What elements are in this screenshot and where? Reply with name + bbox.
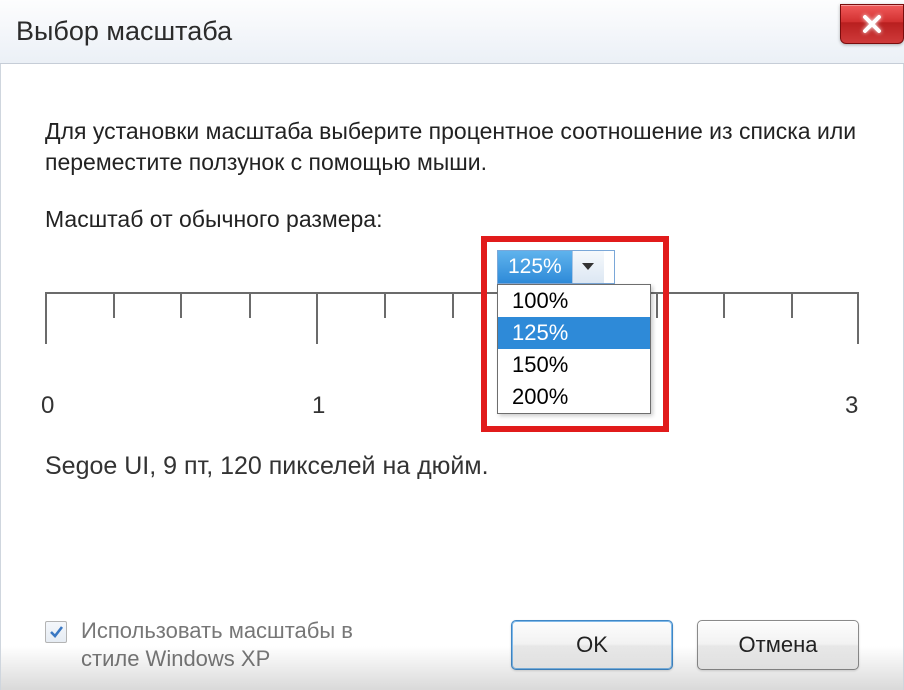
ok-button[interactable]: OK xyxy=(511,620,673,670)
scale-selected-value: 125% xyxy=(498,251,572,283)
scale-label: Масштаб от обычного размера: xyxy=(45,206,383,233)
ruler-tick-minor xyxy=(113,292,115,318)
scale-row: Масштаб от обычного размера: xyxy=(45,206,859,233)
ruler-tick-major xyxy=(857,292,859,344)
scale-option-100[interactable]: 100% xyxy=(498,285,650,317)
scale-option-125[interactable]: 125% xyxy=(498,317,650,349)
instruction-text: Для установки масштаба выберите процентн… xyxy=(45,116,859,178)
xp-scale-checkbox[interactable]: Использовать масштабы в стиле Windows XP xyxy=(45,617,401,672)
ruler-tick-minor xyxy=(249,292,251,318)
close-icon xyxy=(861,13,883,35)
chevron-down-icon xyxy=(581,262,595,272)
scale-combobox[interactable]: 125% xyxy=(497,250,615,284)
ruler[interactable]: 0 1 3 xyxy=(45,292,859,422)
ruler-tick-minor xyxy=(791,292,793,318)
ruler-tick-minor xyxy=(452,292,454,318)
dropdown-arrow[interactable] xyxy=(572,251,604,283)
font-info-text: Segoe UI, 9 пт, 120 пикселей на дюйм. xyxy=(45,452,489,481)
xp-scale-checkbox-label: Использовать масштабы в стиле Windows XP xyxy=(81,617,401,672)
ruler-tick-major xyxy=(45,292,47,344)
cancel-button-label: Отмена xyxy=(739,632,818,658)
ruler-tick-minor xyxy=(384,292,386,318)
dialog-body: Для установки масштаба выберите процентн… xyxy=(0,64,904,690)
scale-option-200[interactable]: 200% xyxy=(498,381,650,413)
button-row: OK Отмена xyxy=(511,620,859,670)
scale-option-150[interactable]: 150% xyxy=(498,349,650,381)
titlebar: Выбор масштаба xyxy=(0,0,904,64)
checkbox-box xyxy=(45,621,67,643)
ok-button-label: OK xyxy=(576,632,608,658)
ruler-number-3: 3 xyxy=(845,392,858,420)
scale-dropdown-list[interactable]: 100% 125% 150% 200% xyxy=(497,284,651,414)
ruler-tick-minor xyxy=(656,292,658,318)
ruler-tick-minor xyxy=(723,292,725,318)
ruler-number-1: 1 xyxy=(312,392,325,420)
ruler-tick-minor xyxy=(180,292,182,318)
close-button[interactable] xyxy=(840,4,904,44)
window-title: Выбор масштаба xyxy=(16,16,232,47)
dialog-footer: Использовать масштабы в стиле Windows XP… xyxy=(1,617,903,672)
cancel-button[interactable]: Отмена xyxy=(697,620,859,670)
ruler-tick-major xyxy=(316,292,318,344)
check-icon xyxy=(48,624,64,640)
ruler-number-0: 0 xyxy=(41,392,54,420)
